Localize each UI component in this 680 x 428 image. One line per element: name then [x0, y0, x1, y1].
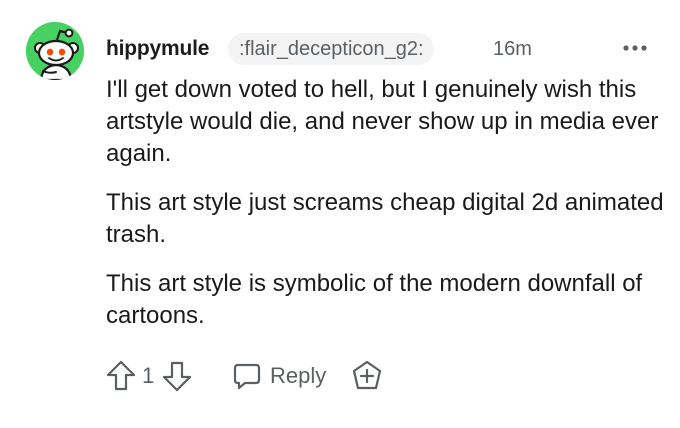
vote-count: 1	[142, 363, 155, 388]
comment-body: I'll get down voted to hell, but I genui…	[106, 74, 666, 349]
reply-label: Reply	[270, 363, 327, 388]
comment-paragraph: I'll get down voted to hell, but I genui…	[106, 76, 659, 167]
snoo-avatar-icon	[26, 22, 84, 80]
user-flair: :flair_decepticon_g2:	[228, 33, 434, 65]
more-options-icon	[623, 45, 647, 51]
more-options-button[interactable]	[620, 36, 650, 60]
reply-button[interactable]: Reply	[232, 358, 332, 394]
downvote-arrow-icon[interactable]	[160, 356, 194, 396]
comment-card: hippymule :flair_decepticon_g2: 16m I'll…	[0, 0, 680, 428]
upvote-arrow-icon[interactable]	[104, 356, 138, 396]
user-avatar[interactable]	[26, 22, 84, 80]
award-plus-icon[interactable]	[350, 359, 384, 393]
speech-bubble-icon	[233, 363, 261, 390]
comment-paragraph: This art style is symbolic of the modern…	[106, 270, 643, 329]
comment-paragraph: This art style just screams cheap digita…	[106, 189, 664, 248]
timestamp: 16m	[493, 38, 532, 60]
username[interactable]: hippymule	[106, 37, 209, 61]
